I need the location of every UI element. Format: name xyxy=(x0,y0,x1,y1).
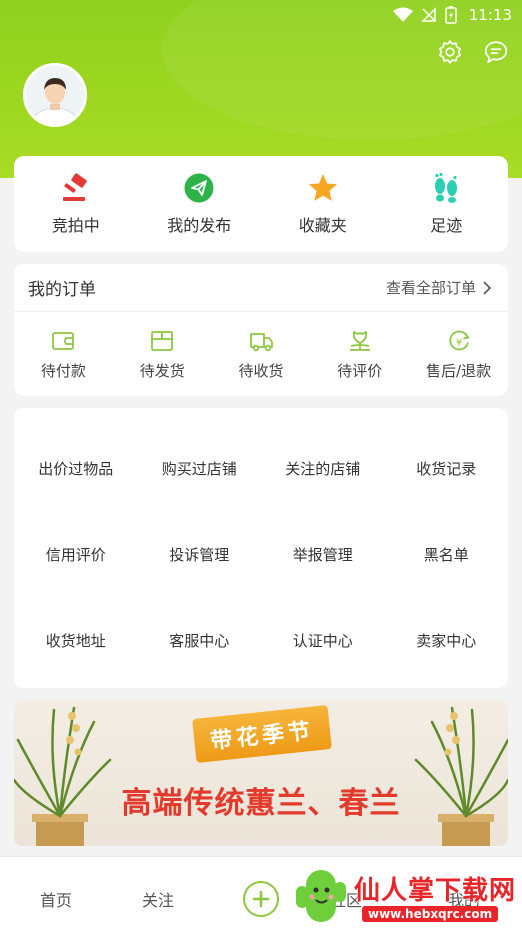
tool-verification-center[interactable]: 认证中心 xyxy=(261,630,385,652)
quick-action-favorites[interactable]: 收藏夹 xyxy=(261,156,385,252)
avatar-user-icon xyxy=(26,66,84,124)
tool-credit-rating[interactable]: 信用评价 xyxy=(14,544,138,566)
order-after-sales[interactable]: ¥ 售后/退款 xyxy=(409,312,508,396)
view-all-orders-label: 查看全部订单 xyxy=(385,279,476,297)
quick-action-label: 收藏夹 xyxy=(298,216,347,235)
tool-seller-center[interactable]: 卖家中心 xyxy=(385,630,509,652)
tab-follow[interactable]: 关注 xyxy=(142,887,174,911)
svg-text:¥: ¥ xyxy=(455,337,461,348)
tool-customer-service[interactable]: 客服中心 xyxy=(138,630,262,652)
order-status-label: 待付款 xyxy=(40,361,86,380)
chat-bubble-icon xyxy=(484,41,508,64)
battery-icon xyxy=(445,6,457,24)
order-pending-review[interactable]: 待评价 xyxy=(310,312,409,396)
quick-action-bidding[interactable]: 竞拍中 xyxy=(14,156,138,252)
truck-icon xyxy=(250,332,273,351)
tools-card: 出价过物品 购买过店铺 关注的店铺 收货记录 信用评价 投诉管理 举报管理 黑名… xyxy=(14,408,508,688)
promo-banner[interactable]: 带花季节 高端传统蕙兰、春兰 xyxy=(14,700,508,846)
refund-icon: ¥ xyxy=(448,330,470,350)
cactus-logo xyxy=(296,870,346,922)
flower-icon xyxy=(349,330,370,351)
quick-action-label: 我的发布 xyxy=(167,216,232,235)
quick-action-footprints[interactable]: 足迹 xyxy=(385,156,509,252)
order-pending-shipment[interactable]: 待发货 xyxy=(113,312,212,396)
plus-icon xyxy=(252,890,270,908)
wallet-icon xyxy=(52,331,75,350)
watermark-url: www.hebxqrc.com xyxy=(362,906,499,922)
order-status-label: 待发货 xyxy=(139,361,185,380)
watermark-title: 仙人掌下载网 xyxy=(354,876,517,906)
chevron-right-icon xyxy=(483,280,492,295)
banner-title: 高端传统蕙兰、春兰 xyxy=(121,786,401,821)
status-time: 11:13 xyxy=(468,6,512,24)
wifi-icon xyxy=(392,7,413,22)
order-status-label: 待评价 xyxy=(337,361,383,380)
paper-plane-icon xyxy=(184,173,214,203)
avatar[interactable] xyxy=(23,63,87,127)
messages-button[interactable] xyxy=(482,38,510,66)
my-orders-card: 我的订单 查看全部订单 待付款 待发货 待收货 待评价 ¥ 售后/退款 xyxy=(14,264,508,396)
tool-shipping-address[interactable]: 收货地址 xyxy=(14,630,138,652)
package-icon xyxy=(151,330,174,351)
order-status-label: 待收货 xyxy=(238,361,284,380)
star-icon xyxy=(308,174,337,201)
tab-home[interactable]: 首页 xyxy=(40,887,72,911)
order-pending-payment[interactable]: 待付款 xyxy=(14,312,113,396)
footprint-icon xyxy=(435,172,458,203)
order-pending-receipt[interactable]: 待收货 xyxy=(212,312,311,396)
settings-button[interactable] xyxy=(436,38,464,66)
quick-action-my-posts[interactable]: 我的发布 xyxy=(138,156,262,252)
tool-followed-stores[interactable]: 关注的店铺 xyxy=(261,458,385,480)
orders-title: 我的订单 xyxy=(28,280,96,300)
order-status-label: 售后/退款 xyxy=(426,361,492,380)
tool-purchased-stores[interactable]: 购买过店铺 xyxy=(138,458,262,480)
view-all-orders-link[interactable]: 查看全部订单 xyxy=(386,277,492,298)
publish-button[interactable] xyxy=(243,881,279,917)
quick-action-label: 竞拍中 xyxy=(51,216,100,235)
signal-icon xyxy=(420,7,436,22)
tool-report-management[interactable]: 举报管理 xyxy=(261,544,385,566)
tool-receipt-records[interactable]: 收货记录 xyxy=(385,458,509,480)
status-bar: 11:13 xyxy=(0,0,522,30)
quick-action-label: 足迹 xyxy=(430,216,463,235)
quick-actions-card: 竞拍中 我的发布 收藏夹 足迹 xyxy=(14,156,508,252)
gavel-icon xyxy=(62,173,87,201)
tool-bid-items[interactable]: 出价过物品 xyxy=(14,458,138,480)
tool-blacklist[interactable]: 黑名单 xyxy=(385,544,509,566)
site-watermark: 仙人掌下载网 www.hebxqrc.com xyxy=(292,860,522,928)
gear-icon xyxy=(439,40,461,64)
tool-complaint-management[interactable]: 投诉管理 xyxy=(138,544,262,566)
